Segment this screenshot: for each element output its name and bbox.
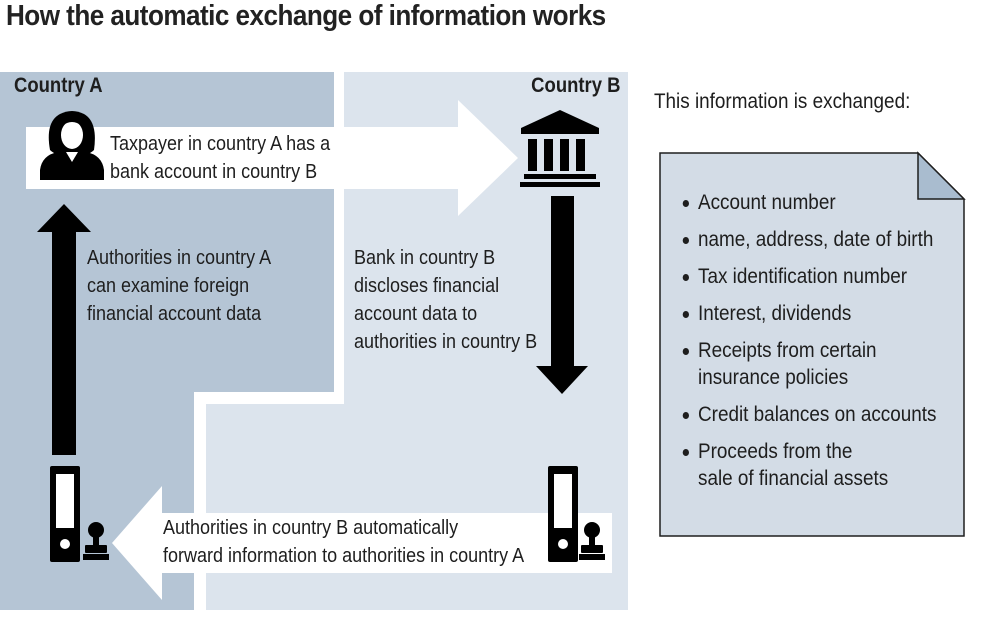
list-item: Tax identification number bbox=[680, 263, 937, 290]
authorities-a-step-text: Authorities in country A can examine for… bbox=[87, 247, 272, 325]
list-item: Interest, dividends bbox=[680, 300, 937, 327]
list-item: Account number bbox=[680, 189, 937, 216]
bank-step-text: Bank in country B discloses financial ac… bbox=[354, 247, 538, 353]
folder-icon bbox=[50, 466, 80, 562]
list-item: Credit balances on accounts bbox=[680, 401, 937, 428]
taxpayer-step-text: Taxpayer in country A has a bank account… bbox=[110, 133, 331, 183]
list-item: Receipts from certain insurance policies bbox=[680, 337, 937, 391]
exchanged-info-list: Account number name, address, date of bi… bbox=[680, 189, 937, 502]
forward-step-text: Authorities in country B automatically f… bbox=[163, 517, 525, 567]
info-intro: This information is exchanged: bbox=[654, 90, 911, 113]
country-a-label: Country A bbox=[14, 74, 103, 97]
folder-icon bbox=[548, 466, 578, 562]
country-b-label: Country B bbox=[530, 74, 620, 97]
list-item: name, address, date of birth bbox=[680, 226, 937, 253]
list-item: Proceeds from the sale of financial asse… bbox=[680, 438, 937, 492]
